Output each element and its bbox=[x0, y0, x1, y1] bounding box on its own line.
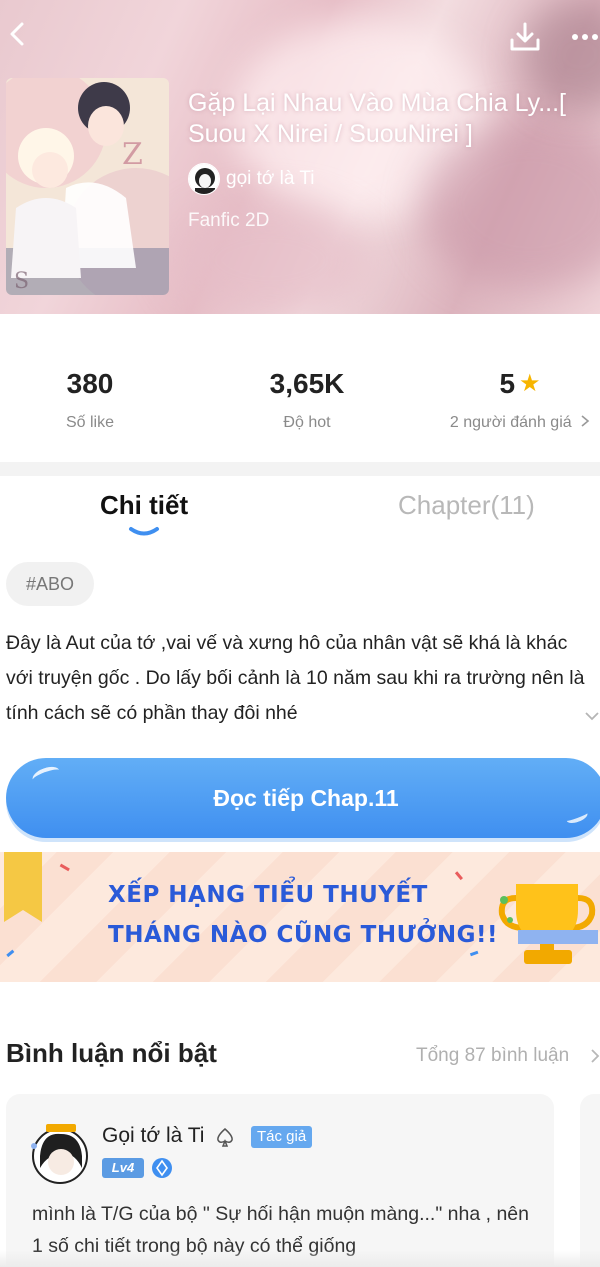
rating-value-row: 5 ★ bbox=[440, 366, 600, 402]
author-badge: Tác giả bbox=[251, 1126, 313, 1148]
download-icon[interactable] bbox=[508, 20, 542, 54]
hot-count: 3,65K bbox=[269, 368, 345, 399]
chevron-right-icon bbox=[581, 415, 590, 427]
likes-count: 380 bbox=[66, 368, 114, 399]
chevron-down-icon[interactable] bbox=[584, 708, 600, 724]
book-description: Đây là Aut của tớ ,vai vế và xưng hô của… bbox=[6, 632, 585, 724]
tab-chapter[interactable]: Chapter(11) bbox=[398, 490, 535, 521]
gem-icon bbox=[152, 1158, 172, 1178]
back-icon[interactable] bbox=[6, 20, 30, 48]
rating-value: 5 bbox=[499, 368, 516, 399]
continue-reading-label: Đọc tiếp Chap.11 bbox=[213, 785, 399, 811]
rating-label: 2 người đánh giá bbox=[449, 414, 572, 431]
tab-detail[interactable]: Chi tiết bbox=[100, 490, 188, 521]
active-tab-indicator bbox=[129, 527, 159, 536]
author-row[interactable]: gọi tớ là Ti bbox=[188, 163, 315, 195]
spade-icon bbox=[217, 1128, 233, 1147]
book-genre: Fanfic 2D bbox=[188, 210, 270, 231]
section-divider bbox=[0, 462, 600, 476]
commenter-name[interactable]: Gọi tớ là Ti bbox=[102, 1124, 204, 1148]
star-icon: ★ bbox=[519, 370, 541, 397]
author-name[interactable]: gọi tớ là Ti bbox=[226, 168, 315, 190]
comments-total[interactable]: Tổng 87 bình luận bbox=[416, 1045, 569, 1067]
tag-chip[interactable]: #ABO bbox=[6, 562, 95, 606]
svg-text:S: S bbox=[14, 269, 29, 294]
book-title: Gặp Lại Nhau Vào Mùa Chia Ly...[ Suou X … bbox=[188, 89, 566, 148]
commenter-avatar[interactable] bbox=[28, 1122, 94, 1184]
banner-line-2: THÁNG NÀO CŨNG THƯỞNG!! bbox=[108, 922, 499, 948]
chevron-right-icon[interactable] bbox=[590, 1048, 600, 1064]
more-icon[interactable] bbox=[570, 28, 600, 46]
comments-title: Bình luận nổi bật bbox=[6, 1038, 217, 1068]
author-avatar[interactable] bbox=[188, 163, 220, 195]
trophy-icon bbox=[498, 884, 598, 964]
continue-reading-button[interactable]: Đọc tiếp Chap.11 bbox=[6, 758, 600, 838]
banner-line-1: XẾP HẠNG TIỂU THUYẾT bbox=[108, 882, 428, 908]
stats-bar: 380 Số like 3,65K Độ hot 5 ★ 2 người đánh… bbox=[0, 314, 600, 462]
comment-card-next[interactable] bbox=[580, 1094, 600, 1267]
stat-hot: 3,65K Độ hot bbox=[237, 366, 377, 432]
bottom-fade bbox=[0, 1250, 600, 1267]
rating-label-row[interactable]: 2 người đánh giá bbox=[440, 414, 600, 432]
svg-text:Z: Z bbox=[122, 137, 143, 172]
hot-label: Độ hot bbox=[283, 414, 331, 431]
book-cover[interactable]: Z S bbox=[6, 78, 169, 295]
stat-rating[interactable]: 5 ★ 2 người đánh giá bbox=[440, 366, 600, 432]
detail-tabs: Chi tiết Chapter(11) bbox=[0, 476, 600, 546]
level-badge: Lv4 bbox=[102, 1158, 144, 1178]
stat-likes: 380 Số like bbox=[40, 366, 140, 432]
likes-label: Số like bbox=[65, 414, 115, 431]
book-header: Z S Gặp Lại Nhau Vào Mùa Chia Ly...[ Suo… bbox=[0, 0, 600, 314]
